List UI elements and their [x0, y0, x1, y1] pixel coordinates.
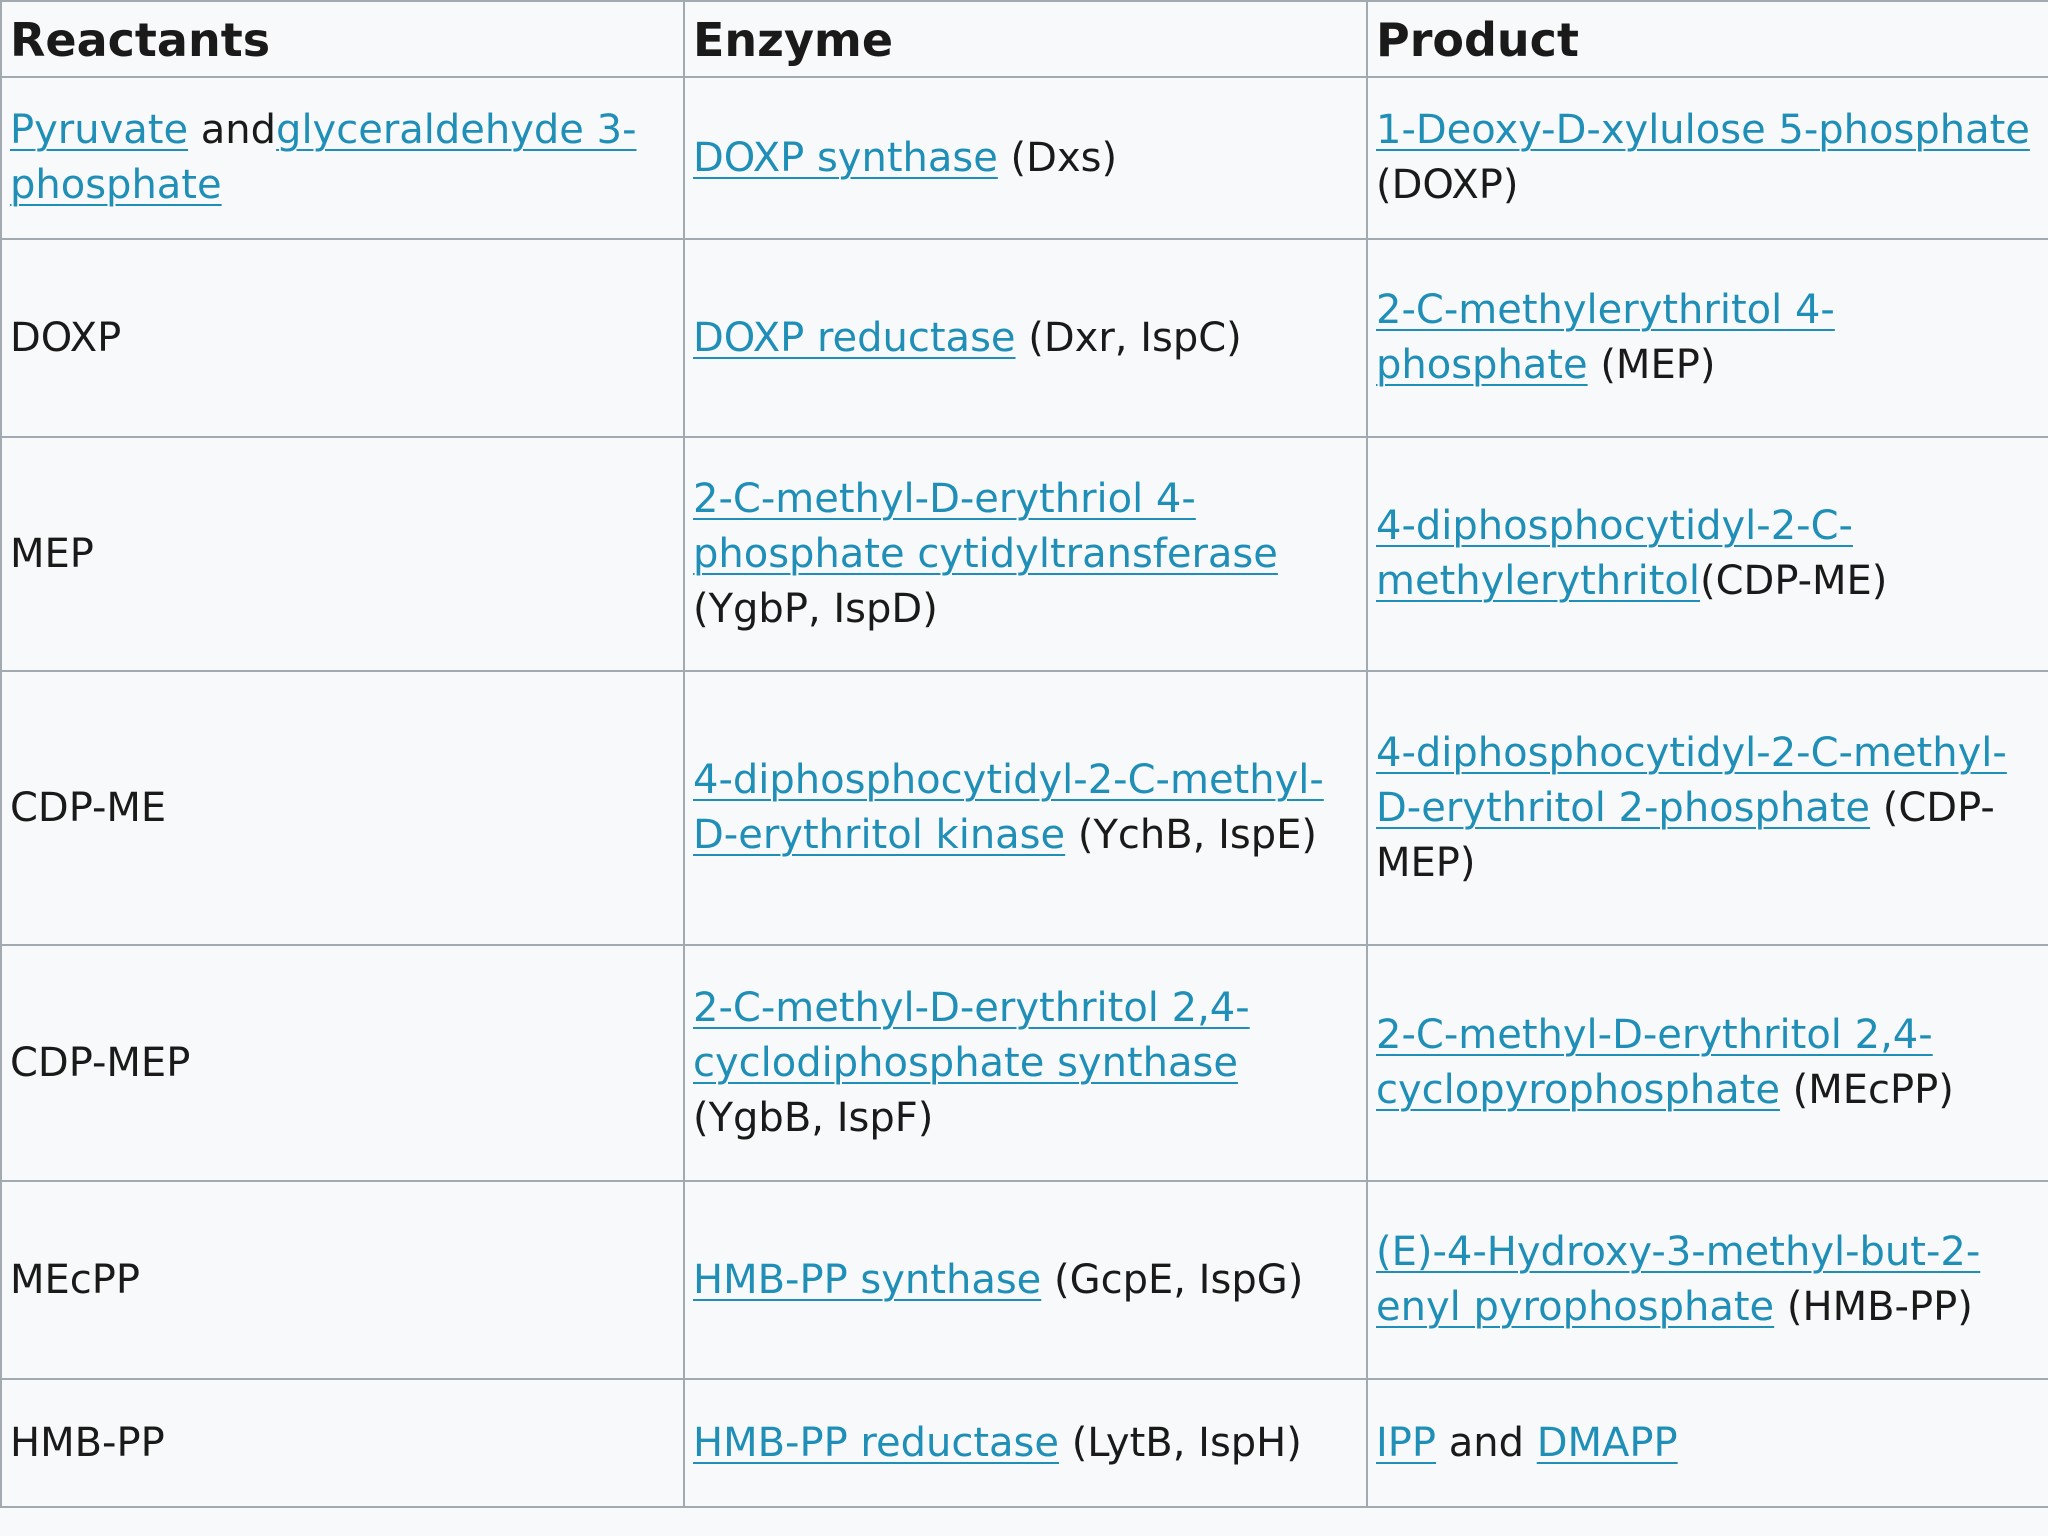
enzyme-link[interactable]: DOXP reductase [693, 315, 1016, 361]
product-abbreviation: (MEP) [1587, 342, 1716, 388]
enzyme-cell: 2-C-methyl-D-erythriol 4-phosphate cytid… [683, 436, 1368, 672]
enzyme-cell: DOXP reductase (Dxr, IspC) [683, 238, 1368, 438]
table-row: Pyruvate andglyceraldehyde 3-phosphate D… [0, 76, 2048, 240]
reactants-cell: MEcPP [0, 1180, 685, 1380]
product-abbreviation: (HMB-PP) [1774, 1284, 1973, 1330]
reactants-cell: CDP-ME [0, 670, 685, 946]
table-row: CDP-ME 4-diphosphocytidyl-2-C-methyl-D-e… [0, 670, 2048, 946]
enzyme-link[interactable]: HMB-PP synthase [693, 1257, 1041, 1303]
product-abbreviation: (MEcPP) [1779, 1067, 1954, 1113]
enzyme-gene-names: (YgbP, IspD) [693, 585, 938, 632]
product-cell: 4-diphosphocytidyl-2-C-methylerythritol(… [1366, 436, 2048, 672]
enzyme-link[interactable]: 2-C-methyl-D-erythriol 4-phosphate cytid… [693, 476, 1278, 577]
reactants-column-header: Reactants [0, 0, 685, 78]
product-conjunction: and [1436, 1419, 1537, 1466]
mep-pathway-table: Reactants Enzyme Product Pyruvate andgly… [0, 0, 2048, 1508]
product-abbreviation: (CDP-ME) [1699, 558, 1888, 604]
enzyme-cell: 2-C-methyl-D-erythritol 2,4-cyclodiphosp… [683, 944, 1368, 1182]
product-link-dmapp[interactable]: DMAPP [1537, 1420, 1678, 1466]
table-row: DOXP DOXP reductase (Dxr, IspC) 2-C-meth… [0, 238, 2048, 438]
table-row: CDP-MEP 2-C-methyl-D-erythritol 2,4-cycl… [0, 944, 2048, 1182]
product-link[interactable]: 1-Deoxy-D-xylulose 5-phosphate [1376, 107, 2030, 153]
product-cell: 2-C-methyl-D-erythritol 2,4-cyclopyropho… [1366, 944, 2048, 1182]
enzyme-gene-names: (GcpE, IspG) [1041, 1256, 1304, 1303]
reactants-cell: HMB-PP [0, 1378, 685, 1508]
product-cell: (E)-4-Hydroxy-3-methyl-but-2-enyl pyroph… [1366, 1180, 2048, 1380]
reactants-cell: Pyruvate andglyceraldehyde 3-phosphate [0, 76, 685, 240]
enzyme-cell: 4-diphosphocytidyl-2-C-methyl-D-erythrit… [683, 670, 1368, 946]
enzyme-link[interactable]: 2-C-methyl-D-erythritol 2,4-cyclodiphosp… [693, 985, 1250, 1086]
table-row: HMB-PP HMB-PP reductase (LytB, IspH) IPP… [0, 1378, 2048, 1508]
reactants-cell: CDP-MEP [0, 944, 685, 1182]
product-column-header: Product [1366, 0, 2048, 78]
enzyme-cell: HMB-PP reductase (LytB, IspH) [683, 1378, 1368, 1508]
enzyme-link[interactable]: HMB-PP reductase [693, 1420, 1059, 1466]
enzyme-cell: DOXP synthase (Dxs) [683, 76, 1368, 240]
reactant-conjunction: and [188, 107, 277, 153]
product-link-ipp[interactable]: IPP [1376, 1420, 1436, 1466]
table-header-row: Reactants Enzyme Product [0, 0, 2048, 78]
reactant-link-pyruvate[interactable]: Pyruvate [10, 107, 188, 153]
enzyme-column-header: Enzyme [683, 0, 1368, 78]
reactants-cell: MEP [0, 436, 685, 672]
enzyme-gene-names: (YgbB, IspF) [693, 1094, 934, 1141]
product-cell: IPP and DMAPP [1366, 1378, 2048, 1508]
product-cell: 2-C-methylerythritol 4-phosphate (MEP) [1366, 238, 2048, 438]
product-cell: 1-Deoxy-D-xylulose 5-phosphate (DOXP) [1366, 76, 2048, 240]
product-cell: 4-diphosphocytidyl-2-C-methyl-D-erythrit… [1366, 670, 2048, 946]
enzyme-gene-names: (LytB, IspH) [1058, 1419, 1302, 1466]
table-row: MEP 2-C-methyl-D-erythriol 4-phosphate c… [0, 436, 2048, 672]
enzyme-link[interactable]: DOXP synthase [693, 135, 998, 181]
enzyme-cell: HMB-PP synthase (GcpE, IspG) [683, 1180, 1368, 1380]
reactants-cell: DOXP [0, 238, 685, 438]
enzyme-gene-names: (Dxr, IspC) [1015, 314, 1242, 361]
table-row: MEcPP HMB-PP synthase (GcpE, IspG) (E)-4… [0, 1180, 2048, 1380]
enzyme-gene-names: (Dxs) [997, 134, 1118, 181]
product-abbreviation: (DOXP) [1376, 162, 1519, 208]
enzyme-gene-names: (YchB, IspE) [1065, 812, 1318, 858]
